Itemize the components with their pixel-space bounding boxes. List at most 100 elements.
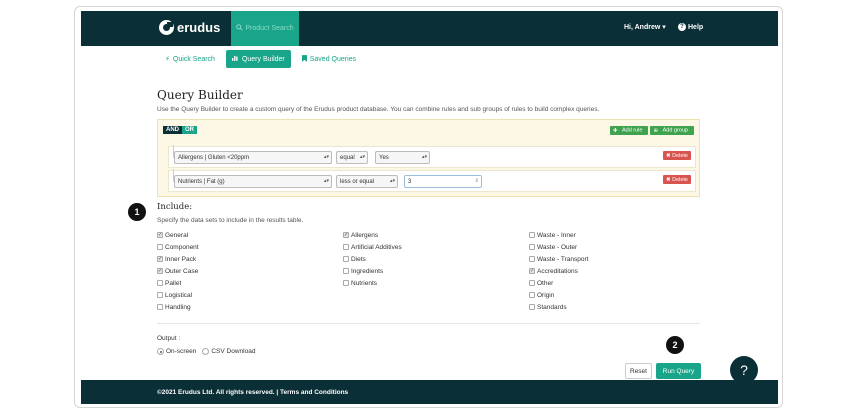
field-select[interactable]: Nutrients | Fat (g) ▴▾ xyxy=(174,175,332,188)
checkbox-handling[interactable]: Handling xyxy=(157,303,199,312)
checkbox-pallet[interactable]: Pallet xyxy=(157,279,199,288)
checkbox-other[interactable]: Other xyxy=(529,279,588,288)
checkbox-label: Logistical xyxy=(165,291,193,299)
operator-value: equal xyxy=(340,154,355,161)
checkbox-label: Artificial Additives xyxy=(351,243,402,251)
step-marker-1: 1 xyxy=(128,203,146,221)
or-button[interactable]: OR xyxy=(182,126,197,134)
checkbox-component[interactable]: Component xyxy=(157,243,199,252)
checkbox-label: Outer Case xyxy=(165,267,199,275)
run-query-button[interactable]: Run Query xyxy=(656,363,701,379)
checkbox-empty-icon[interactable] xyxy=(343,244,349,251)
checkbox-waste-outer[interactable]: Waste - Outer xyxy=(529,243,588,252)
search-icon xyxy=(236,24,244,33)
delete-rule-button[interactable]: ✖ Delete xyxy=(662,175,691,184)
checkbox-empty-icon[interactable] xyxy=(157,244,163,251)
checkbox-checked-icon[interactable]: ✓ xyxy=(343,232,349,239)
checkbox-empty-icon[interactable] xyxy=(529,304,535,311)
checkbox-checked-icon[interactable]: ✓ xyxy=(157,268,163,275)
checkbox-checked-icon[interactable]: ✓ xyxy=(529,268,535,275)
checkbox-waste-transport[interactable]: Waste - Transport xyxy=(529,255,588,264)
radio-label: On-screen xyxy=(166,348,197,355)
include-column: Waste - Inner Waste - Outer Waste - Tran… xyxy=(529,231,588,312)
checkbox-empty-icon[interactable] xyxy=(343,280,349,287)
tab-query-builder[interactable]: Query Builder xyxy=(225,50,291,68)
checkbox-label: Standards xyxy=(537,303,567,311)
tab-saved-queries[interactable]: Saved Queries xyxy=(296,50,362,68)
include-column: ✓ Allergens Artificial Additives Diets In… xyxy=(343,231,402,288)
and-button[interactable]: AND xyxy=(163,126,182,134)
step-marker-2: 2 xyxy=(666,336,684,354)
checkbox-checked-icon[interactable]: ✓ xyxy=(157,256,163,263)
operator-select[interactable]: equal ▴▾ xyxy=(336,151,368,164)
delete-rule-button[interactable]: ✖ Delete xyxy=(662,151,691,160)
question-circle-icon: ? xyxy=(678,23,686,31)
checkbox-label: Inner Pack xyxy=(165,255,197,263)
radio-empty-icon[interactable] xyxy=(202,348,210,355)
checkbox-origin[interactable]: Origin xyxy=(529,291,588,300)
checkbox-outer-case[interactable]: ✓ Outer Case xyxy=(157,267,199,276)
delete-label: Delete xyxy=(672,176,688,183)
page-description: Use the Query Builder to create a custom… xyxy=(157,106,600,113)
value-input[interactable]: 3 ⇕ xyxy=(404,175,482,188)
user-greeting: Hi, Andrew xyxy=(624,24,661,31)
group-actions: ✚ Add rule ⊕ Add group xyxy=(609,126,694,135)
checkbox-diets[interactable]: Diets xyxy=(343,255,402,264)
checkbox-artificial-additives[interactable]: Artificial Additives xyxy=(343,243,402,252)
operator-select[interactable]: less or equal ▴▾ xyxy=(336,175,398,188)
checkbox-label: Allergens xyxy=(351,231,379,239)
radio-selected-icon[interactable] xyxy=(157,348,164,355)
tab-quick-search[interactable]: ⚡ Quick Search xyxy=(159,50,221,68)
radio-csv-download[interactable]: CSV Download xyxy=(202,348,255,355)
checkbox-empty-icon[interactable] xyxy=(157,280,163,287)
product-search-tab[interactable]: Product Search xyxy=(231,11,299,46)
brand-logo[interactable]: erudus xyxy=(159,20,220,35)
user-menu[interactable]: Hi, Andrew ▾ xyxy=(624,23,666,31)
checkbox-checked-icon[interactable]: ✓ xyxy=(157,232,163,239)
brand-name: erudus xyxy=(177,20,221,35)
checkbox-empty-icon[interactable] xyxy=(343,268,349,275)
checkbox-empty-icon[interactable] xyxy=(529,292,535,299)
footer: ©2021 Erudus Ltd. All rights reserved. |… xyxy=(81,380,778,404)
checkbox-logistical[interactable]: Logistical xyxy=(157,291,199,300)
checkbox-empty-icon[interactable] xyxy=(157,292,163,299)
include-column: ✓ General Component ✓ Inner Pack ✓ Outer Ca… xyxy=(157,231,199,312)
checkbox-general[interactable]: ✓ General xyxy=(157,231,199,240)
checkbox-standards[interactable]: Standards xyxy=(529,303,588,312)
footer-text[interactable]: ©2021 Erudus Ltd. All rights reserved. |… xyxy=(157,389,348,396)
checkbox-empty-icon[interactable] xyxy=(343,256,349,263)
reset-button[interactable]: Reset xyxy=(625,363,652,379)
checkbox-empty-icon[interactable] xyxy=(529,256,535,263)
checkbox-waste-inner[interactable]: Waste - Inner xyxy=(529,231,588,240)
tab-label: Query Builder xyxy=(241,55,285,63)
checkbox-label: Other xyxy=(537,279,554,287)
checkbox-allergens[interactable]: ✓ Allergens xyxy=(343,231,402,240)
value-select[interactable]: Yes ▴▾ xyxy=(375,151,430,164)
select-arrows-icon: ▴▾ xyxy=(323,154,329,160)
spinner-icon[interactable]: ⇕ xyxy=(475,178,479,184)
field-select[interactable]: Allergens | Gluten <20ppm ▴▾ xyxy=(174,151,332,164)
checkbox-empty-icon[interactable] xyxy=(529,280,535,287)
product-search-label: Product Search xyxy=(245,25,294,32)
top-navbar: erudus Product Search Hi, Andrew ▾ ? Hel… xyxy=(81,11,778,46)
search-tabs: ⚡ Quick Search Query Builder Saved Queri… xyxy=(159,50,362,68)
checkbox-inner-pack[interactable]: ✓ Inner Pack xyxy=(157,255,199,264)
add-group-button[interactable]: ⊕ Add group xyxy=(650,126,694,135)
field-value: Allergens | Gluten <20ppm xyxy=(178,154,250,161)
checkbox-empty-icon[interactable] xyxy=(529,232,535,239)
checkbox-label: Waste - Transport xyxy=(537,255,589,263)
tab-label: Saved Queries xyxy=(309,55,357,63)
delete-label: Delete xyxy=(672,152,688,159)
add-rule-label: Add rule xyxy=(618,126,646,135)
select-arrows-icon: ▴▾ xyxy=(359,154,365,160)
help-link[interactable]: ? Help xyxy=(678,23,703,31)
checkbox-empty-icon[interactable] xyxy=(529,244,535,251)
checkbox-empty-icon[interactable] xyxy=(157,304,163,311)
checkbox-nutrients[interactable]: Nutrients xyxy=(343,279,402,288)
add-group-label: Add group xyxy=(659,126,691,135)
radio-on-screen[interactable]: On-screen xyxy=(157,348,196,355)
checkbox-ingredients[interactable]: Ingredients xyxy=(343,267,402,276)
output-label: Output : xyxy=(157,335,181,342)
add-rule-button[interactable]: ✚ Add rule xyxy=(609,126,649,135)
checkbox-accreditations[interactable]: ✓ Accreditations xyxy=(529,267,588,276)
